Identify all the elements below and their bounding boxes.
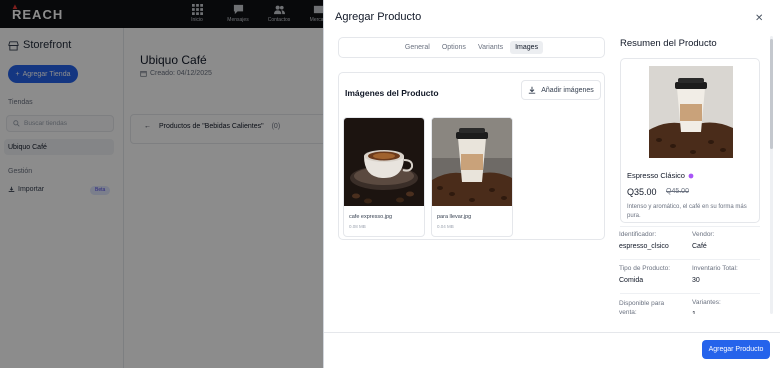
tab-images[interactable]: Images — [510, 41, 544, 54]
inventory-value: 30 — [692, 277, 700, 284]
footer-divider — [324, 332, 780, 333]
image-filesize: 0.04 MB — [437, 224, 454, 229]
image-filesize: 0.08 MB — [349, 224, 366, 229]
vendor-label: Vendor: — [692, 231, 715, 238]
status-dot-icon — [688, 173, 694, 178]
summary-divider — [620, 293, 760, 294]
tab-bar: General Options Variants Images — [338, 37, 605, 58]
image-filename: cafe expresso.jpg — [349, 214, 393, 220]
product-old-price: Q45.00 — [666, 188, 689, 195]
product-preview-card: Espresso Clásico Q35.00 Q45.00 Intenso y… — [620, 58, 760, 223]
product-type-label: Tipo de Producto: — [619, 265, 671, 272]
espresso-cup-image — [344, 118, 424, 206]
upload-icon — [529, 86, 536, 94]
tab-options[interactable]: Options — [437, 41, 471, 54]
tab-variants[interactable]: Variants — [473, 41, 508, 54]
add-product-button[interactable]: Agregar Producto — [702, 340, 770, 359]
vendor-value: Café — [692, 243, 707, 250]
identifier-label: Identificador: — [619, 231, 657, 238]
product-name: Espresso Clásico — [627, 171, 694, 180]
variants-value: 1 — [692, 311, 696, 314]
product-images-card: Imágenes del Producto Añadir imágenes ca… — [338, 72, 605, 240]
product-type-value: Comida — [619, 277, 644, 284]
summary-scroll-area[interactable]: Espresso Clásico Q35.00 Q45.00 Intenso y… — [613, 52, 763, 314]
takeaway-cup-image — [432, 118, 512, 206]
identifier-value: espresso_clsico — [619, 243, 669, 250]
summary-divider — [620, 259, 760, 260]
available-label: Disponible para venta: — [619, 300, 665, 314]
scrollbar-thumb[interactable] — [770, 39, 773, 149]
add-images-button[interactable]: Añadir imágenes — [521, 80, 601, 100]
images-section-title: Imágenes del Producto — [345, 88, 439, 98]
image-thumbnail-espresso[interactable]: cafe expresso.jpg 0.08 MB — [343, 117, 425, 237]
variants-label: Variantes: — [692, 299, 721, 306]
tab-general[interactable]: General — [400, 41, 435, 54]
modal-title: Agregar Producto — [335, 11, 422, 23]
summary-scrollbar[interactable] — [770, 36, 773, 314]
image-thumbnail-takeaway[interactable]: para llevar.jpg 0.04 MB — [431, 117, 513, 237]
product-image — [649, 66, 733, 158]
product-price: Q35.00 — [627, 187, 657, 197]
inventory-label: Inventario Total: — [692, 265, 738, 272]
add-product-modal: Agregar Producto ✕ General Options Varia… — [323, 0, 780, 368]
summary-title: Resumen del Producto — [620, 38, 717, 49]
close-icon[interactable]: ✕ — [755, 13, 763, 24]
product-description: Intenso y aromático, el café en su forma… — [627, 204, 747, 219]
summary-divider — [620, 226, 760, 227]
image-filename: para llevar.jpg — [437, 214, 472, 220]
